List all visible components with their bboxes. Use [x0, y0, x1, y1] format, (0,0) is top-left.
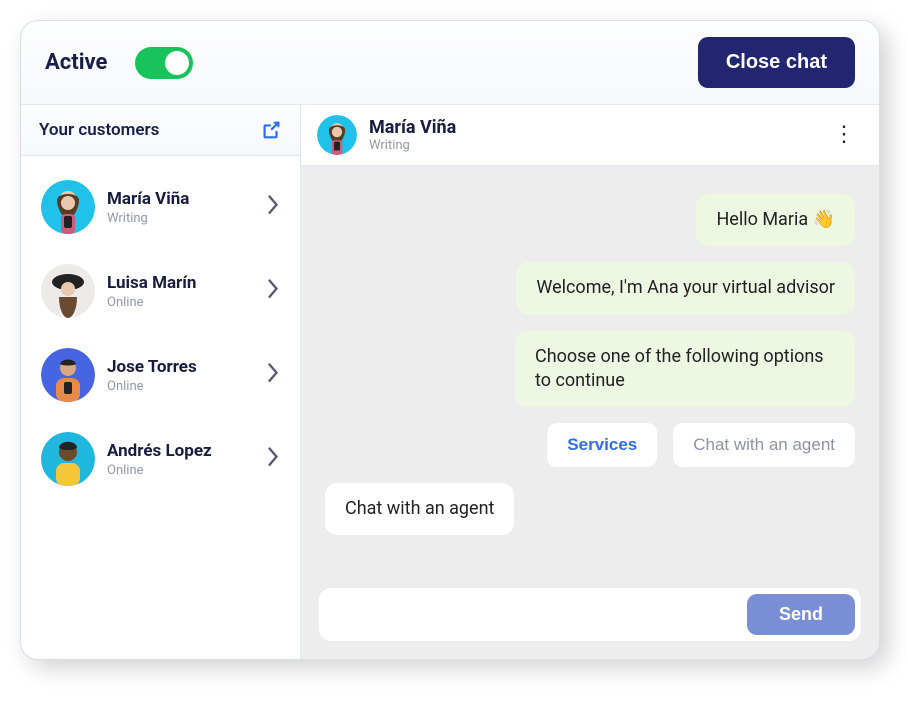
composer: Send	[319, 588, 861, 641]
customer-text: Andrés Lopez Online	[107, 441, 254, 478]
sidebar: Your customers María Viña W	[21, 105, 301, 659]
share-icon[interactable]	[260, 119, 282, 141]
avatar	[41, 432, 95, 486]
chat-header: María Viña Writing ⋮	[301, 105, 879, 166]
message-input[interactable]	[337, 606, 737, 624]
avatar	[41, 264, 95, 318]
customer-text: Jose Torres Online	[107, 357, 254, 394]
chevron-right-icon	[266, 277, 280, 304]
customer-name: Andrés Lopez	[107, 441, 254, 461]
customer-item[interactable]: Luisa Marín Online	[31, 254, 290, 328]
close-chat-button[interactable]: Close chat	[698, 37, 855, 88]
chat-header-name: María Viña	[369, 117, 456, 138]
main-body: Your customers María Viña W	[21, 105, 879, 659]
quick-options: Services Chat with an agent	[547, 423, 855, 467]
topbar: Active Close chat	[21, 21, 879, 105]
chat-header-text: María Viña Writing	[369, 117, 456, 153]
customer-item[interactable]: María Viña Writing	[31, 170, 290, 244]
option-agent-button[interactable]: Chat with an agent	[673, 423, 855, 467]
customer-name: María Viña	[107, 189, 254, 209]
customer-name: Jose Torres	[107, 357, 254, 377]
avatar	[41, 180, 95, 234]
active-label: Active	[45, 50, 107, 75]
customer-text: Luisa Marín Online	[107, 273, 254, 310]
customer-status: Online	[107, 295, 254, 310]
customer-status: Writing	[107, 211, 254, 226]
active-toggle[interactable]	[135, 47, 193, 79]
bot-message: Welcome, I'm Ana your virtual advisor	[516, 262, 855, 314]
avatar	[317, 115, 357, 155]
option-services-button[interactable]: Services	[547, 423, 657, 467]
chevron-right-icon	[266, 193, 280, 220]
more-icon[interactable]: ⋮	[825, 127, 863, 144]
chevron-right-icon	[266, 445, 280, 472]
user-message: Chat with an agent	[325, 483, 514, 535]
bot-message: Choose one of the following options to c…	[515, 331, 855, 408]
send-button[interactable]: Send	[747, 594, 855, 635]
avatar	[41, 348, 95, 402]
customer-list: María Viña Writing Luisa Marín Online	[21, 156, 300, 510]
chat-header-status: Writing	[369, 138, 456, 153]
customer-status: Online	[107, 463, 254, 478]
customer-text: María Viña Writing	[107, 189, 254, 226]
message-list: Hello Maria 👋 Welcome, I'm Ana your virt…	[301, 166, 879, 580]
sidebar-header: Your customers	[21, 105, 300, 156]
customer-name: Luisa Marín	[107, 273, 254, 293]
topbar-left: Active	[45, 47, 193, 79]
customer-item[interactable]: Andrés Lopez Online	[31, 422, 290, 496]
bot-message: Hello Maria 👋	[696, 194, 855, 246]
chevron-right-icon	[266, 361, 280, 388]
sidebar-title: Your customers	[39, 120, 159, 140]
chat-panel: María Viña Writing ⋮ Hello Maria 👋 Welco…	[301, 105, 879, 659]
customer-status: Online	[107, 379, 254, 394]
chat-dashboard: Active Close chat Your customers	[20, 20, 880, 660]
customer-item[interactable]: Jose Torres Online	[31, 338, 290, 412]
